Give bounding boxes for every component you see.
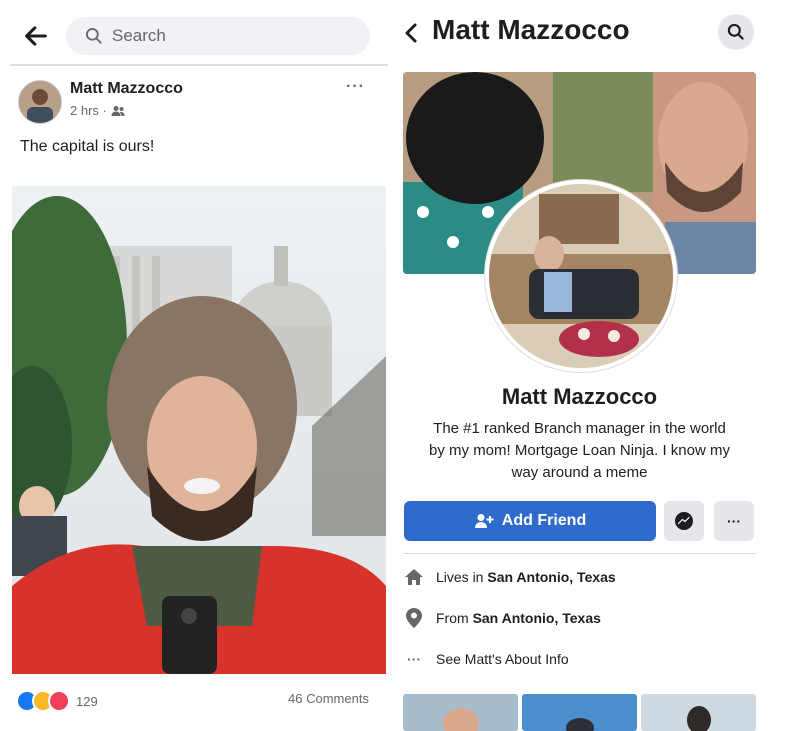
from-prefix: From <box>436 610 469 626</box>
profile-bio: The #1 ranked Branch manager in the worl… <box>403 418 756 484</box>
post-text: The capital is ours! <box>20 138 155 155</box>
capitol-selfie-photo <box>12 186 386 674</box>
redaction-circle <box>406 72 544 204</box>
profile-header-title: Matt Mazzocco <box>432 14 630 45</box>
lives-place: San Antonio, Texas <box>487 569 616 585</box>
profile-picture-image <box>489 184 673 368</box>
info-from[interactable]: From San Antonio, Texas <box>404 608 601 628</box>
add-friend-icon <box>474 514 494 528</box>
profile-search-button[interactable] <box>718 14 754 50</box>
search-icon <box>86 28 102 44</box>
thumbnail-image <box>403 694 518 731</box>
info-about-link[interactable]: ··· See Matt's About Info <box>404 649 569 669</box>
photo-thumbnail[interactable] <box>641 694 756 731</box>
messenger-icon <box>675 512 693 530</box>
post-author[interactable]: Matt Mazzocco <box>70 80 183 98</box>
profile-more-button[interactable]: ··· <box>714 501 754 541</box>
love-reaction-icon <box>48 690 70 712</box>
avatar-image <box>19 81 61 123</box>
friends-audience-icon[interactable] <box>111 105 125 117</box>
thumbnail-image <box>641 694 756 731</box>
back-arrow-icon[interactable] <box>22 22 50 50</box>
lives-prefix: Lives in <box>436 569 484 585</box>
info-lives-in[interactable]: Lives in San Antonio, Texas <box>404 567 616 587</box>
reactions-summary[interactable]: 129 <box>16 690 98 712</box>
info-text: Lives in San Antonio, Texas <box>436 569 616 585</box>
add-friend-button[interactable]: Add Friend <box>404 501 656 541</box>
post-more-button[interactable]: ··· <box>346 78 365 96</box>
add-friend-label: Add Friend <box>501 512 587 529</box>
reaction-count: 129 <box>76 693 98 709</box>
post-time: 2 hrs · <box>70 103 107 118</box>
bio-line: The #1 ranked Branch manager in the worl… <box>433 420 726 437</box>
divider <box>403 553 756 554</box>
profile-name: Matt Mazzocco <box>501 384 658 409</box>
thumbnail-image <box>522 694 637 731</box>
post-photo[interactable] <box>12 186 386 674</box>
search-input[interactable]: Search <box>66 17 370 55</box>
back-chevron-icon[interactable] <box>402 22 420 44</box>
left-header: Search <box>0 0 390 66</box>
bio-line: by my mom! Mortgage Loan Ninja. I know m… <box>429 442 730 459</box>
home-icon <box>404 567 424 587</box>
info-text: From San Antonio, Texas <box>436 610 601 626</box>
post-meta: 2 hrs · <box>70 103 125 118</box>
search-icon <box>727 23 744 40</box>
search-placeholder: Search <box>112 26 166 45</box>
bio-line: way around a meme <box>511 464 648 481</box>
photo-thumbnail[interactable] <box>522 694 637 731</box>
avatar[interactable] <box>18 80 62 124</box>
divider <box>10 64 388 66</box>
from-place: San Antonio, Texas <box>472 610 601 626</box>
photo-thumbnail[interactable] <box>403 694 518 731</box>
profile-picture[interactable] <box>485 180 677 372</box>
more-dots-icon: ··· <box>407 651 421 667</box>
about-link-text: See Matt's About Info <box>436 651 569 667</box>
comments-count[interactable]: 46 Comments <box>288 691 369 706</box>
message-button[interactable] <box>664 501 704 541</box>
location-pin-icon <box>404 608 424 628</box>
